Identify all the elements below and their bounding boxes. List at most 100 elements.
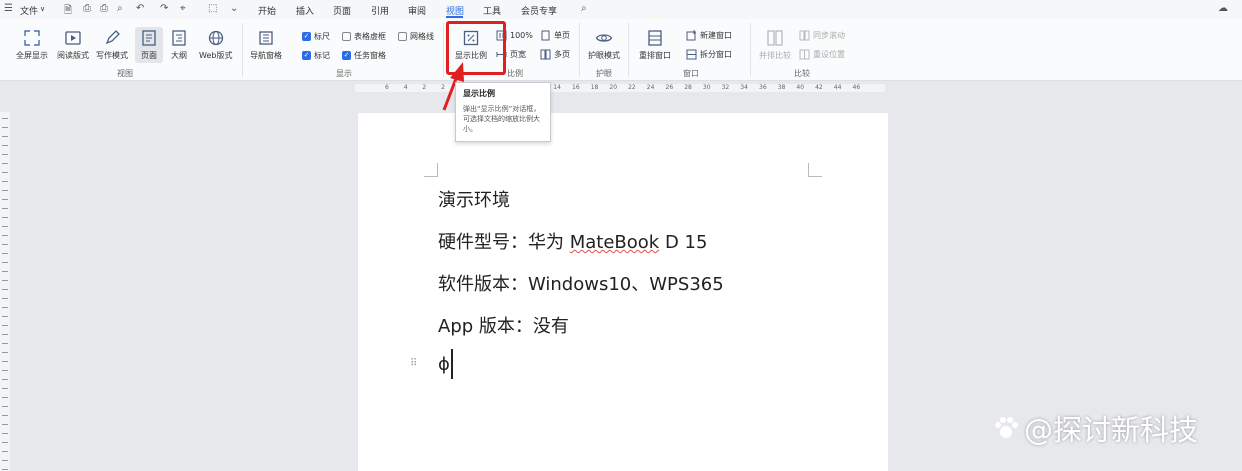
- split-window-button[interactable]: 拆分窗口: [686, 49, 732, 60]
- web-layout-button[interactable]: Web版式: [199, 29, 232, 61]
- ruler-tick-label: 40: [796, 84, 805, 91]
- arrange-windows-button[interactable]: 重排窗口: [639, 29, 671, 61]
- ruler-tick: [2, 352, 8, 353]
- page-icon: [142, 30, 156, 46]
- outline-icon: [172, 30, 186, 46]
- more-icon[interactable]: ⌄: [230, 3, 238, 14]
- split-window-icon: [686, 49, 697, 60]
- multi-page-button[interactable]: 多页: [540, 49, 570, 60]
- gridlines-checkbox[interactable]: 网格线: [398, 31, 434, 42]
- ruler-tick: [2, 289, 8, 290]
- window-group-label: 窗口: [683, 69, 699, 78]
- reset-position-icon: [799, 49, 810, 60]
- check-icon: ✓: [302, 32, 311, 41]
- tab-home[interactable]: 开始: [258, 4, 276, 17]
- sync-scroll-button[interactable]: 同步滚动: [799, 30, 845, 41]
- divider: [750, 23, 751, 77]
- redo-icon[interactable]: ↷: [160, 3, 168, 14]
- ruler-tick: [2, 145, 8, 146]
- checkbox-icon: [342, 32, 351, 41]
- cloud-icon[interactable]: ☁: [1218, 3, 1228, 14]
- doc-line-3[interactable]: 软件版本：Windows10、WPS365: [438, 270, 724, 296]
- export-pdf-icon[interactable]: ⎙: [83, 3, 91, 14]
- ruler-tick: [2, 172, 8, 173]
- horizontal-ruler[interactable]: 6422468101214161820222426283032343638404…: [355, 84, 885, 92]
- doc-line-1[interactable]: 演示环境: [438, 186, 510, 212]
- ruler-tick: [2, 163, 8, 164]
- ruler-tick: [2, 181, 8, 182]
- ruler-tick-label: 26: [665, 84, 674, 91]
- print-icon[interactable]: ⎙: [100, 3, 108, 14]
- menu-icon[interactable]: ☰: [4, 3, 13, 14]
- select-icon[interactable]: ⬚: [208, 3, 217, 14]
- ruler-tick-label: 32: [721, 84, 730, 91]
- undo-icon[interactable]: ↶: [136, 3, 144, 14]
- ruler-tick-label: 30: [702, 84, 711, 91]
- eye-icon: [595, 34, 613, 42]
- arrange-icon: [648, 30, 662, 46]
- fullscreen-icon: [24, 30, 40, 46]
- ruler-tick: [2, 415, 8, 416]
- ruler-tick: [2, 136, 8, 137]
- nav-pane-button[interactable]: 导航窗格: [250, 29, 282, 61]
- ruler-tick-label: 20: [609, 84, 618, 91]
- ruler-tick-label: 38: [777, 84, 786, 91]
- ruler-tick-label: 18: [590, 84, 599, 91]
- tab-tools[interactable]: 工具: [483, 4, 501, 17]
- eye-group-label: 护眼: [596, 69, 612, 78]
- ruler-tick: [2, 208, 8, 209]
- globe-icon: [208, 30, 223, 46]
- ruler-tick: [2, 361, 8, 362]
- doc-line-4[interactable]: App 版本：没有: [438, 312, 569, 338]
- margin-corner-mark: [808, 163, 822, 177]
- ruler-tick-label: 44: [833, 84, 842, 91]
- new-window-button[interactable]: 新建窗口: [686, 30, 732, 41]
- table-gridlines-checkbox[interactable]: 表格虚框: [342, 31, 386, 42]
- print-preview-icon[interactable]: ⌕: [117, 3, 123, 14]
- tab-page[interactable]: 页面: [333, 4, 351, 17]
- tab-member[interactable]: 会员专享: [521, 4, 557, 17]
- side-by-side-button[interactable]: 并排比较: [759, 29, 791, 61]
- format-painter-icon[interactable]: ⌖: [180, 3, 186, 14]
- ruler-checkbox[interactable]: ✓ 标尺: [302, 31, 330, 42]
- chevron-down-icon[interactable]: ∨: [40, 5, 45, 13]
- ruler-tick: [2, 343, 8, 344]
- tab-review[interactable]: 审阅: [408, 4, 426, 17]
- ruler-tick: [2, 469, 8, 470]
- ruler-tick-label: 4: [403, 84, 408, 91]
- task-pane-checkbox[interactable]: ✓ 任务窗格: [342, 50, 386, 61]
- ruler-tick: [2, 325, 8, 326]
- ruler-tick-label: 22: [628, 84, 636, 91]
- ruler-tick: [2, 253, 8, 254]
- watermark-text: @探讨新科技: [1024, 413, 1199, 447]
- view-group-label: 视图: [117, 69, 133, 78]
- ruler-tick: [2, 334, 8, 335]
- marks-checkbox[interactable]: ✓ 标记: [302, 50, 330, 61]
- tab-insert[interactable]: 插入: [296, 4, 314, 17]
- reset-position-button[interactable]: 重设位置: [799, 49, 845, 60]
- file-menu[interactable]: 文件: [20, 4, 38, 17]
- vertical-ruler[interactable]: [0, 112, 10, 471]
- save-icon[interactable]: 🗎: [64, 3, 72, 20]
- single-page-button[interactable]: 单页: [540, 30, 570, 41]
- ruler-tick: [2, 154, 8, 155]
- tab-references[interactable]: 引用: [371, 4, 389, 17]
- side-by-side-icon: [767, 30, 783, 46]
- ruler-tick: [2, 199, 8, 200]
- fullscreen-button[interactable]: 全屏显示: [16, 29, 48, 61]
- active-tab-indicator: [446, 16, 463, 18]
- ruler-tick: [2, 424, 8, 425]
- writing-mode-button[interactable]: 写作模式: [96, 29, 128, 61]
- eye-mode-button[interactable]: 护眼模式: [588, 29, 620, 61]
- drag-handle-icon[interactable]: ⠿: [410, 358, 417, 369]
- zoom-group-label: 比例: [507, 69, 523, 78]
- search-icon[interactable]: ⌕: [581, 3, 587, 14]
- doc-line-5[interactable]: ϕ: [438, 354, 450, 375]
- ruler-tick: [2, 379, 8, 380]
- outline-view-button[interactable]: 大纲: [170, 29, 188, 61]
- doc-line-2[interactable]: 硬件型号：华为 MateBook D 15: [438, 228, 707, 254]
- ruler-tick: [2, 388, 8, 389]
- reading-mode-button[interactable]: 阅读版式: [57, 29, 89, 61]
- page-view-button[interactable]: 页面: [135, 27, 163, 63]
- wps-writer-window: ☰ 文件 ∨ 🗎 ⎙ ⎙ ⌕ ↶ ↷ ⌖ ⬚ ⌄ 开始 插入 页面 引用 审阅 …: [0, 0, 1242, 471]
